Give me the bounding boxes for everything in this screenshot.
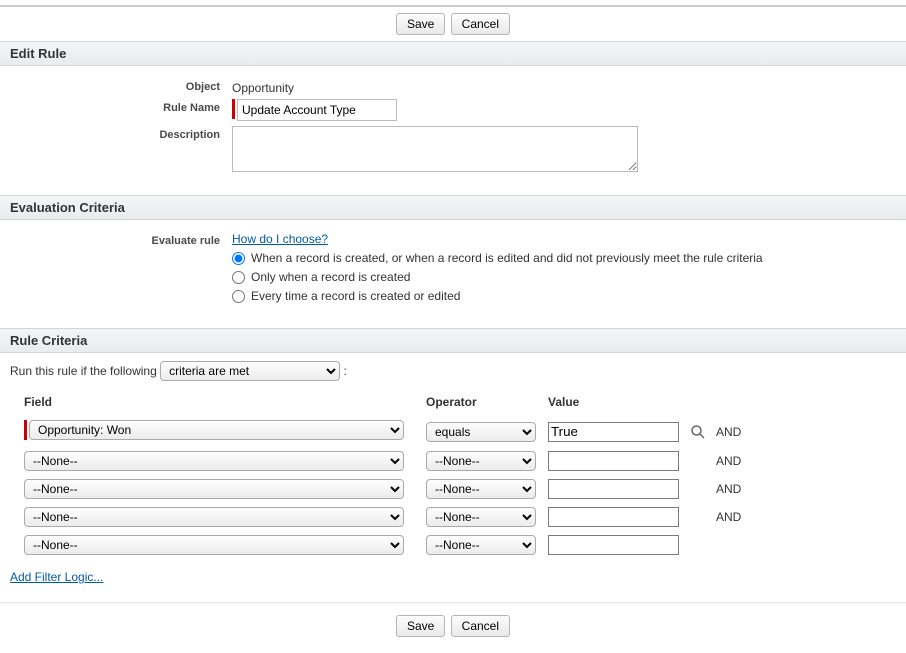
criteria-row: --None-- --None-- AND (12, 448, 894, 474)
rule-name-input[interactable] (237, 99, 397, 121)
description-label: Description (10, 126, 232, 141)
rule-name-label: Rule Name (10, 99, 232, 114)
col-field: Field (12, 391, 424, 415)
col-operator: Operator (426, 391, 546, 415)
criteria-intro-colon: : (343, 364, 346, 378)
criteria-field-select[interactable]: --None-- (24, 451, 404, 471)
criteria-value-input[interactable] (548, 479, 679, 499)
lookup-icon[interactable] (690, 424, 706, 438)
description-textarea[interactable] (232, 126, 638, 172)
criteria-operator-select[interactable]: --None-- (426, 451, 536, 471)
col-value: Value (548, 391, 688, 415)
criteria-operator-select[interactable]: --None-- (426, 479, 536, 499)
eval-radio-every-time[interactable] (232, 290, 245, 303)
criteria-logic-label: AND (716, 482, 741, 496)
criteria-row: --None-- --None-- AND (12, 504, 894, 530)
eval-opt2-label: Only when a record is created (251, 270, 410, 284)
criteria-operator-select[interactable]: --None-- (426, 507, 536, 527)
section-eval-criteria: Evaluation Criteria (0, 195, 906, 220)
cancel-button-top[interactable]: Cancel (451, 13, 510, 35)
criteria-intro-prefix: Run this rule if the following (10, 364, 157, 378)
eval-opt1-label: When a record is created, or when a reco… (251, 251, 763, 265)
criteria-field-select[interactable]: Opportunity: Won (29, 420, 404, 440)
criteria-field-select[interactable]: --None-- (24, 535, 404, 555)
object-label: Object (10, 78, 232, 93)
criteria-value-input[interactable] (548, 535, 679, 555)
criteria-mode-select[interactable]: criteria are met (160, 361, 340, 381)
bottom-button-row: Save Cancel (0, 602, 906, 653)
cancel-button-bottom[interactable]: Cancel (451, 615, 510, 637)
criteria-value-input[interactable] (548, 422, 679, 442)
criteria-value-input[interactable] (548, 507, 679, 527)
top-button-row: Save Cancel (0, 7, 906, 41)
section-rule-criteria: Rule Criteria (0, 328, 906, 353)
section-edit-rule: Edit Rule (0, 41, 906, 66)
eval-radio-only-created[interactable] (232, 271, 245, 284)
criteria-logic-label: AND (716, 454, 741, 468)
eval-opt3-label: Every time a record is created or edited (251, 289, 460, 303)
object-value: Opportunity (232, 78, 294, 95)
criteria-operator-select[interactable]: equals (426, 422, 536, 442)
criteria-field-select[interactable]: --None-- (24, 507, 404, 527)
criteria-row: --None-- --None-- (12, 532, 894, 558)
criteria-intro: Run this rule if the following criteria … (0, 353, 906, 389)
how-do-i-choose-link[interactable]: How do I choose? (232, 232, 328, 246)
add-filter-logic-link[interactable]: Add Filter Logic... (10, 570, 103, 584)
eval-radio-created-or-edited-not-met[interactable] (232, 252, 245, 265)
criteria-field-select[interactable]: --None-- (24, 479, 404, 499)
criteria-table: Field Operator Value Opportunity: Won equ… (0, 389, 906, 560)
required-indicator (24, 420, 27, 440)
criteria-logic-label: AND (716, 425, 741, 439)
save-button-top[interactable]: Save (396, 13, 445, 35)
criteria-logic-label: AND (716, 510, 741, 524)
save-button-bottom[interactable]: Save (396, 615, 445, 637)
evaluate-rule-label: Evaluate rule (10, 232, 232, 247)
criteria-row: Opportunity: Won equals AND (12, 417, 894, 446)
criteria-operator-select[interactable]: --None-- (426, 535, 536, 555)
required-indicator (232, 99, 235, 119)
criteria-row: --None-- --None-- AND (12, 476, 894, 502)
criteria-value-input[interactable] (548, 451, 679, 471)
